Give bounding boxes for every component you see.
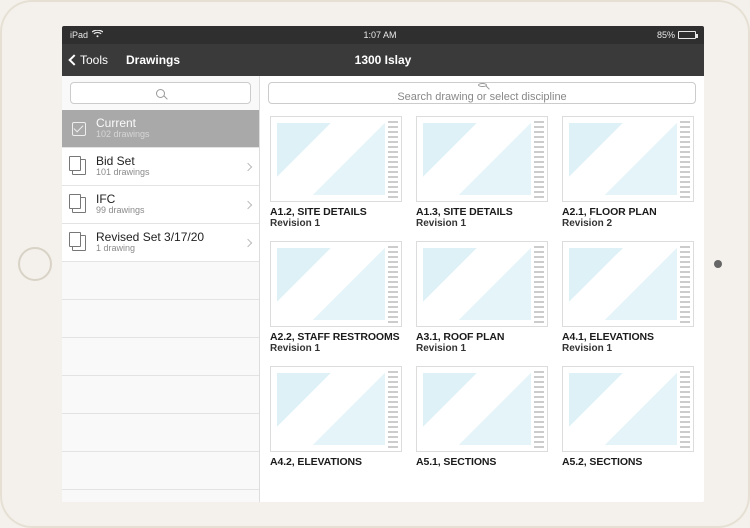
drawing-card[interactable]: A1.3, SITE DETAILS Revision 1 xyxy=(416,116,548,229)
chevron-right-icon xyxy=(244,238,252,246)
wifi-icon xyxy=(92,30,103,40)
drawing-thumbnail xyxy=(416,116,548,202)
content-area: Current 102 drawings Bid Set 101 drawing… xyxy=(62,76,704,502)
battery-icon xyxy=(678,31,696,39)
checkbox-icon xyxy=(70,120,88,138)
chevron-left-icon xyxy=(68,54,79,65)
drawing-thumbnail xyxy=(270,116,402,202)
drawing-thumbnail xyxy=(562,241,694,327)
search-icon xyxy=(478,83,487,87)
set-subtitle: 102 drawings xyxy=(96,130,150,140)
drawing-card[interactable]: A2.1, FLOOR PLAN Revision 2 xyxy=(562,116,694,229)
home-button[interactable] xyxy=(18,247,52,281)
drawing-revision: Revision 2 xyxy=(562,218,694,229)
documents-icon xyxy=(70,196,88,214)
set-list: Current 102 drawings Bid Set 101 drawing… xyxy=(62,110,259,502)
drawing-card[interactable]: A2.2, STAFF RESTROOMS Revision 1 xyxy=(270,241,402,354)
drawing-card[interactable]: A3.1, ROOF PLAN Revision 1 xyxy=(416,241,548,354)
chevron-right-icon xyxy=(244,200,252,208)
search-icon xyxy=(156,89,165,98)
documents-icon xyxy=(70,234,88,252)
status-bar: iPad 1:07 AM 85% xyxy=(62,26,704,44)
battery-percent: 85% xyxy=(657,30,675,40)
empty-row xyxy=(62,414,259,452)
nav-bar: Tools Drawings 1300 Islay xyxy=(62,44,704,76)
set-row-bid-set[interactable]: Bid Set 101 drawings xyxy=(62,148,259,186)
drawing-revision: Revision 1 xyxy=(416,343,548,354)
drawing-card[interactable]: A1.2, SITE DETAILS Revision 1 xyxy=(270,116,402,229)
back-label: Tools xyxy=(80,53,108,67)
drawing-thumbnail xyxy=(416,366,548,452)
set-subtitle: 101 drawings xyxy=(96,168,150,178)
camera-dot xyxy=(714,260,722,268)
drawing-title: A3.1, ROOF PLAN xyxy=(416,331,548,343)
drawing-thumbnail xyxy=(416,241,548,327)
chevron-right-icon xyxy=(244,162,252,170)
drawing-thumbnail xyxy=(562,366,694,452)
clock: 1:07 AM xyxy=(103,30,657,40)
drawing-title: A2.2, STAFF RESTROOMS xyxy=(270,331,402,343)
drawing-title: A1.2, SITE DETAILS xyxy=(270,206,402,218)
drawing-revision: Revision 1 xyxy=(270,218,402,229)
drawing-grid[interactable]: A1.2, SITE DETAILS Revision 1 A1.3, SITE… xyxy=(260,110,704,502)
empty-row xyxy=(62,300,259,338)
drawing-revision: Revision 1 xyxy=(562,343,694,354)
drawing-title: A5.2, SECTIONS xyxy=(562,456,694,468)
drawing-thumbnail xyxy=(562,116,694,202)
drawing-title: A1.3, SITE DETAILS xyxy=(416,206,548,218)
empty-row xyxy=(62,262,259,300)
drawing-card[interactable]: A4.1, ELEVATIONS Revision 1 xyxy=(562,241,694,354)
set-row-ifc[interactable]: IFC 99 drawings xyxy=(62,186,259,224)
set-subtitle: 1 drawing xyxy=(96,244,204,254)
drawing-search[interactable]: Search drawing or select discipline xyxy=(268,82,696,104)
section-title: Drawings xyxy=(126,53,180,67)
search-placeholder: Search drawing or select discipline xyxy=(397,91,566,103)
ipad-frame: iPad 1:07 AM 85% Tools Drawings 1300 Isl… xyxy=(0,0,750,528)
drawing-title: A2.1, FLOOR PLAN xyxy=(562,206,694,218)
documents-icon xyxy=(70,158,88,176)
drawing-revision: Revision 1 xyxy=(416,218,548,229)
empty-row xyxy=(62,338,259,376)
drawing-thumbnail xyxy=(270,366,402,452)
drawing-card[interactable]: A5.1, SECTIONS xyxy=(416,366,548,468)
drawing-title: A4.1, ELEVATIONS xyxy=(562,331,694,343)
set-row-current[interactable]: Current 102 drawings xyxy=(62,110,259,148)
sidebar-search[interactable] xyxy=(70,82,251,104)
drawing-title: A4.2, ELEVATIONS xyxy=(270,456,402,468)
drawing-revision: Revision 1 xyxy=(270,343,402,354)
drawing-card[interactable]: A5.2, SECTIONS xyxy=(562,366,694,468)
main-panel: Search drawing or select discipline A1.2… xyxy=(260,76,704,502)
drawing-thumbnail xyxy=(270,241,402,327)
drawing-title: A5.1, SECTIONS xyxy=(416,456,548,468)
screen: iPad 1:07 AM 85% Tools Drawings 1300 Isl… xyxy=(62,26,704,502)
device-label: iPad xyxy=(70,30,88,40)
set-subtitle: 99 drawings xyxy=(96,206,145,216)
set-row-revised[interactable]: Revised Set 3/17/20 1 drawing xyxy=(62,224,259,262)
empty-row xyxy=(62,452,259,490)
drawing-card[interactable]: A4.2, ELEVATIONS xyxy=(270,366,402,468)
battery-indicator: 85% xyxy=(657,30,696,40)
back-button[interactable]: Tools xyxy=(62,53,116,67)
sidebar: Current 102 drawings Bid Set 101 drawing… xyxy=(62,76,260,502)
empty-row xyxy=(62,376,259,414)
